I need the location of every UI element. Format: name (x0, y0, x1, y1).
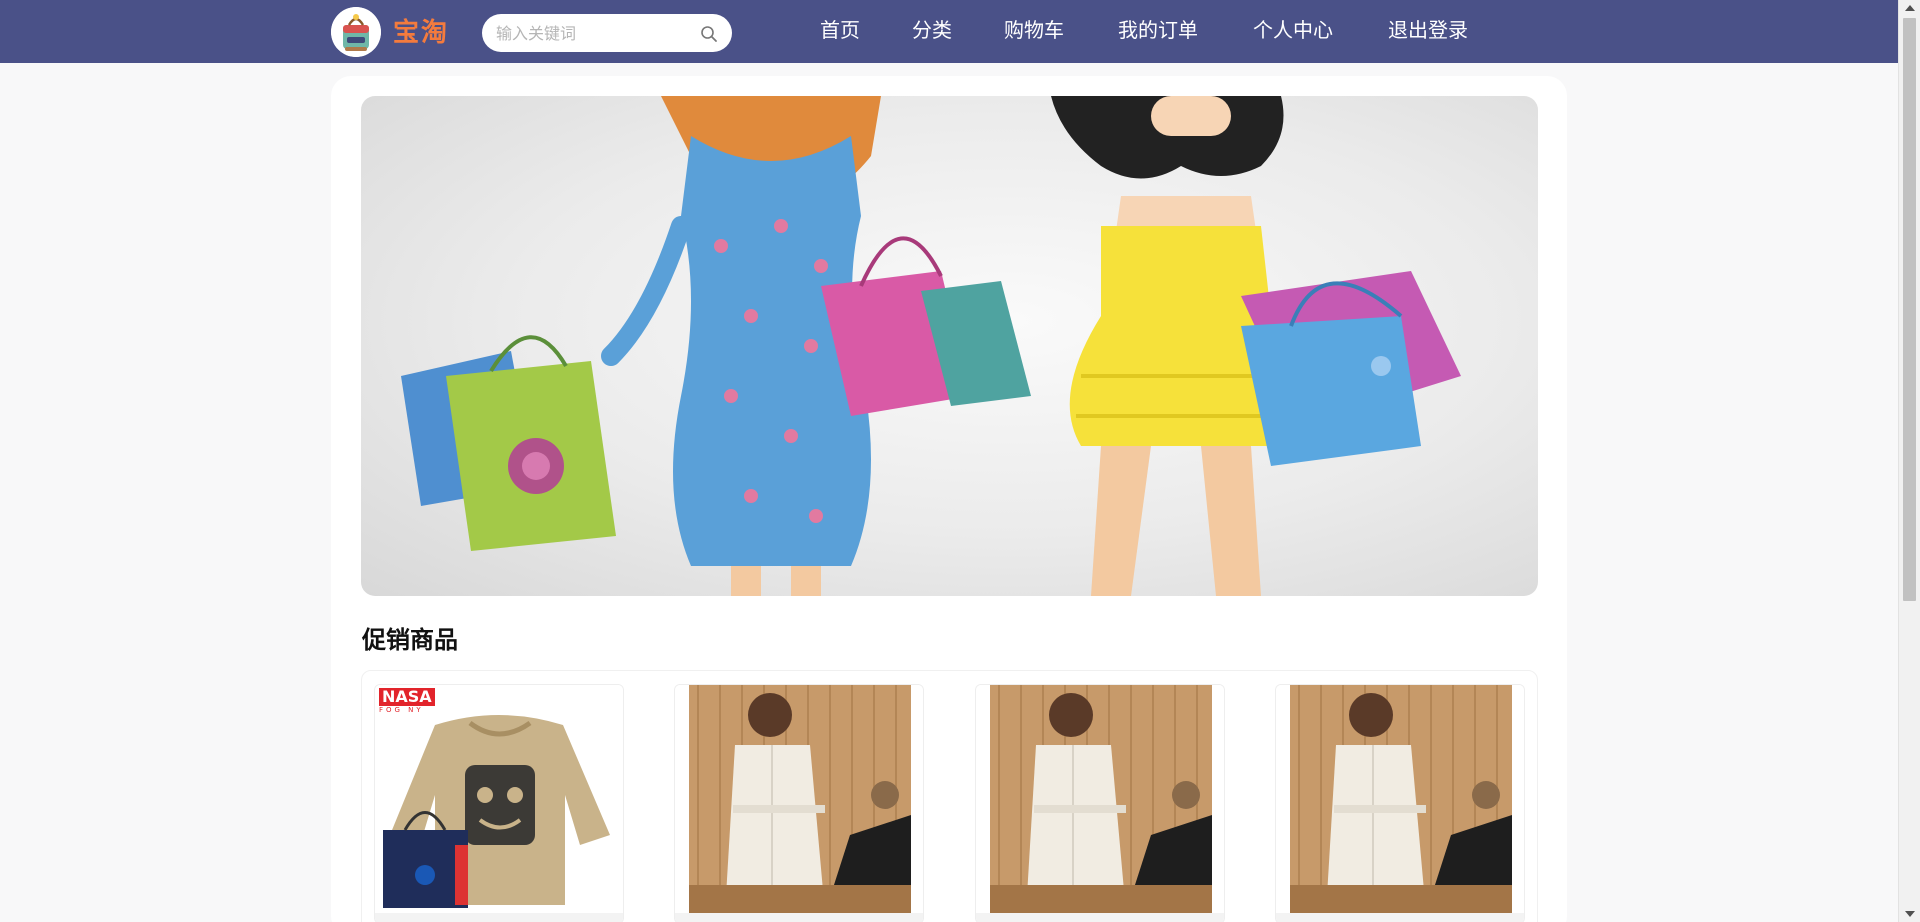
product-card-footer (375, 913, 623, 922)
nav-cart[interactable]: 购物车 (1004, 14, 1064, 43)
product-image-white-coat (1276, 685, 1524, 913)
product-card-footer (976, 913, 1224, 922)
product-image-white-coat (976, 685, 1224, 913)
product-card[interactable] (1275, 684, 1525, 922)
search-input[interactable] (496, 21, 686, 45)
product-image-sweater (375, 685, 623, 913)
scroll-thumb[interactable] (1903, 18, 1916, 601)
page-scrollbar[interactable] (1898, 0, 1920, 922)
nav-home[interactable]: 首页 (820, 14, 860, 43)
product-card[interactable] (674, 684, 924, 922)
brand-name[interactable]: 宝淘 (393, 12, 449, 49)
nasa-logo: NASA FOG NY (379, 687, 449, 714)
scroll-down-arrow-icon[interactable] (1905, 911, 1915, 917)
search-icon[interactable] (700, 25, 718, 43)
top-navigation-bar: 宝淘 首页 分类 购物车 我的订单 个人中心 退出登录 (0, 0, 1898, 63)
bag-logo-icon[interactable] (331, 7, 381, 57)
nav-category[interactable]: 分类 (912, 14, 952, 43)
product-card-footer (675, 913, 923, 922)
product-card-footer (1276, 913, 1524, 922)
banner-carousel[interactable] (361, 96, 1538, 596)
scroll-up-arrow-icon[interactable] (1905, 5, 1915, 11)
product-card[interactable]: NASA FOG NY (374, 684, 624, 922)
banner-illustration (401, 96, 1461, 596)
product-image-white-coat (675, 685, 923, 913)
promotions-title: 促销商品 (362, 625, 458, 654)
product-card[interactable] (975, 684, 1225, 922)
nav-my-orders[interactable]: 我的订单 (1118, 14, 1198, 43)
search-box (482, 14, 732, 52)
nav-personal-center[interactable]: 个人中心 (1253, 14, 1333, 43)
nav-logout[interactable]: 退出登录 (1388, 14, 1468, 43)
